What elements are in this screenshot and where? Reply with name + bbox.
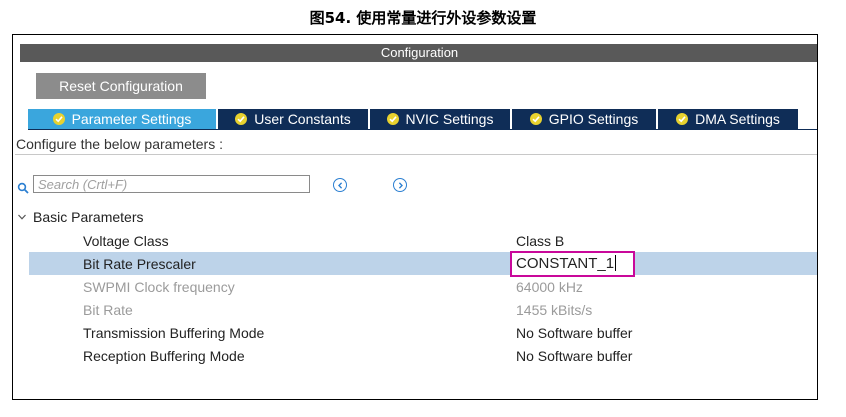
tab-nvic-settings[interactable]: NVIC Settings	[370, 109, 512, 129]
param-name: SWPMI Clock frequency	[83, 279, 235, 295]
tab-parameter-settings[interactable]: Parameter Settings	[28, 109, 218, 129]
param-name: Transmission Buffering Mode	[83, 325, 265, 341]
configure-instructions: Configure the below parameters :	[16, 136, 223, 152]
tab-underline	[28, 129, 817, 130]
chevron-right-icon	[398, 181, 403, 189]
bit-rate-prescaler-input[interactable]: CONSTANT_1	[510, 251, 635, 277]
reset-configuration-button[interactable]: Reset Configuration	[36, 73, 206, 99]
param-name: Bit Rate	[83, 302, 133, 318]
search-previous-button[interactable]	[333, 178, 347, 192]
chevron-left-icon	[337, 181, 342, 189]
divider	[15, 154, 817, 155]
input-value: CONSTANT_1	[516, 255, 615, 272]
configuration-panel: Configuration Reset Configuration Parame…	[12, 34, 818, 400]
tab-label: Parameter Settings	[71, 111, 192, 127]
param-row-bit-rate-prescaler[interactable]: Bit Rate Prescaler CONSTANT_1	[29, 251, 817, 277]
param-name: Reception Buffering Mode	[83, 348, 245, 364]
param-name: Bit Rate Prescaler	[83, 256, 196, 272]
param-name: Voltage Class	[83, 233, 169, 249]
group-basic-parameters[interactable]: Basic Parameters	[17, 209, 143, 225]
tab-label: GPIO Settings	[548, 111, 639, 127]
check-circle-icon	[676, 113, 689, 125]
param-value: 1455 kBits/s	[516, 302, 593, 318]
window-title: Configuration	[20, 44, 817, 62]
figure-caption: 图54. 使用常量进行外设参数设置	[309, 9, 537, 27]
param-value: No Software buffer	[516, 348, 633, 364]
check-circle-icon	[386, 113, 399, 125]
settings-tabs: Parameter Settings User Constants NVIC S…	[28, 109, 798, 129]
param-value: Class B	[516, 233, 565, 249]
group-label: Basic Parameters	[33, 209, 144, 225]
tab-user-constants[interactable]: User Constants	[218, 109, 370, 129]
param-row-bit-rate: Bit Rate 1455 kBits/s	[29, 298, 817, 321]
chevron-down-icon	[18, 214, 26, 220]
search-input[interactable]	[33, 175, 310, 193]
param-row-reception-buffering-mode[interactable]: Reception Buffering Mode No Software buf…	[29, 344, 817, 367]
tab-label: NVIC Settings	[405, 111, 494, 127]
text-caret	[615, 255, 617, 271]
tab-label: DMA Settings	[695, 111, 780, 127]
search-next-button[interactable]	[393, 178, 407, 192]
search-icon[interactable]	[17, 182, 29, 194]
param-row-swpmi-clock-frequency: SWPMI Clock frequency 64000 kHz	[29, 275, 817, 298]
param-value: 64000 kHz	[516, 279, 583, 295]
param-value: No Software buffer	[516, 325, 633, 341]
check-circle-icon	[529, 113, 542, 125]
tab-gpio-settings[interactable]: GPIO Settings	[512, 109, 658, 129]
check-circle-icon	[52, 113, 65, 125]
check-circle-icon	[235, 113, 248, 125]
tab-label: User Constants	[254, 111, 351, 127]
tab-dma-settings[interactable]: DMA Settings	[658, 109, 798, 129]
param-row-voltage-class[interactable]: Voltage Class Class B	[29, 229, 817, 252]
param-row-transmission-buffering-mode[interactable]: Transmission Buffering Mode No Software …	[29, 321, 817, 344]
